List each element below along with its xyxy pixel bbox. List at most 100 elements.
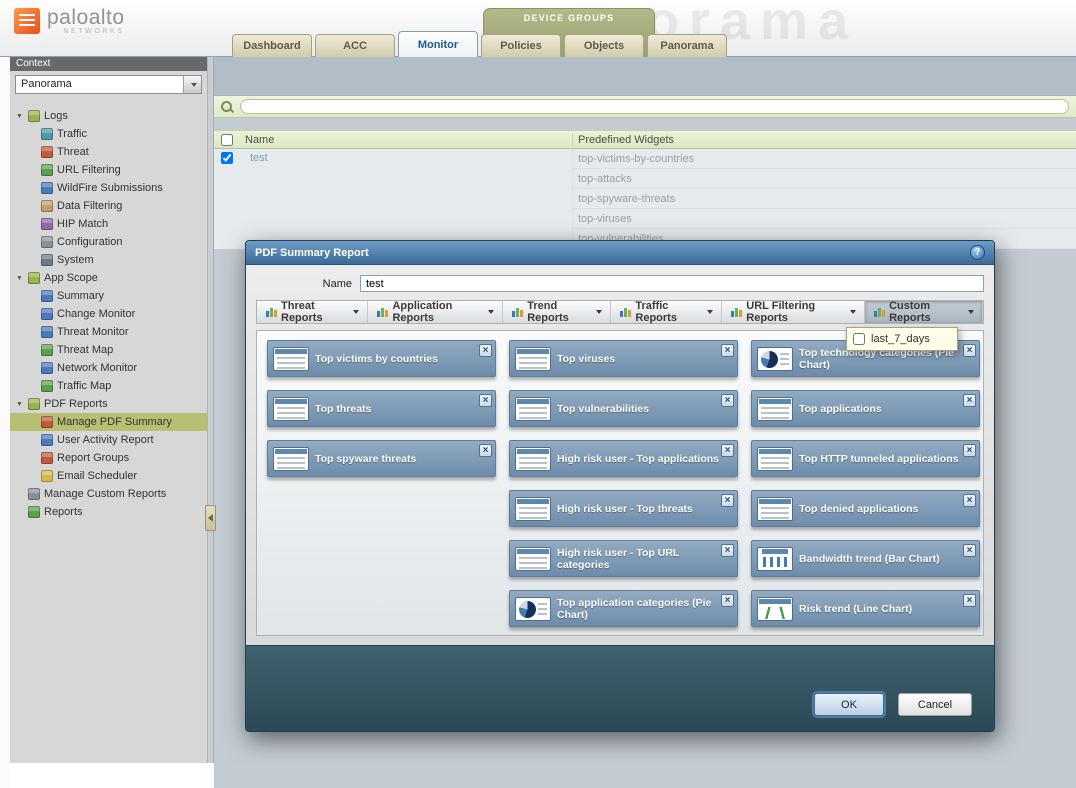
tree-item-pdf-reports[interactable]: ▼PDF Reports — [10, 395, 207, 413]
remove-widget-button[interactable]: × — [963, 494, 976, 507]
tab-acc[interactable]: ACC — [315, 34, 395, 57]
column-header-name[interactable]: Name — [240, 134, 572, 146]
card-top-denied-applications[interactable]: Top denied applications× — [751, 490, 980, 527]
traffic-reports-button[interactable]: Traffic Reports — [611, 301, 722, 323]
tab-policies[interactable]: Policies — [481, 34, 561, 57]
card-top-threats[interactable]: Top threats× — [267, 390, 496, 427]
card-top-http-tunneled-applications[interactable]: Top HTTP tunneled applications× — [751, 440, 980, 477]
help-icon[interactable]: ? — [970, 245, 985, 260]
tree-item-change-monitor[interactable]: Change Monitor — [10, 305, 207, 323]
tree-item-url-filtering[interactable]: URL Filtering — [10, 161, 207, 179]
tree-item-threat-map[interactable]: Threat Map — [10, 341, 207, 359]
remove-widget-button[interactable]: × — [721, 444, 734, 457]
threat-reports-button[interactable]: Threat Reports — [257, 301, 368, 323]
report-name-input[interactable] — [360, 275, 984, 292]
remove-widget-button[interactable]: × — [721, 594, 734, 607]
expander-icon[interactable]: ▼ — [16, 275, 24, 282]
collapse-sidebar-button[interactable] — [205, 505, 216, 531]
last-7-days-checkbox[interactable] — [853, 333, 865, 345]
tree-item-network-monitor[interactable]: Network Monitor — [10, 359, 207, 377]
tree-item-app-scope[interactable]: ▼App Scope — [10, 269, 207, 287]
card-risk-trend-line-chart[interactable]: Risk trend (Line Chart)× — [751, 590, 980, 627]
tree-item-manage-custom-reports[interactable]: Manage Custom Reports — [10, 485, 207, 503]
trend-reports-button[interactable]: Trend Reports — [503, 301, 611, 323]
button-label: Traffic Reports — [635, 300, 701, 324]
report-name-link[interactable]: test — [245, 149, 572, 164]
card-label: Top applications — [799, 403, 882, 415]
remove-widget-button[interactable]: × — [479, 394, 492, 407]
tab-panorama[interactable]: Panorama — [647, 34, 727, 57]
tree-item-label: Traffic Map — [57, 380, 111, 392]
tree-item-traffic[interactable]: Traffic — [10, 125, 207, 143]
card-label: High risk user - Top applications — [557, 453, 719, 465]
remove-widget-button[interactable]: × — [963, 544, 976, 557]
tree-item-hip-match[interactable]: HIP Match — [10, 215, 207, 233]
tree-item-logs[interactable]: ▼Logs — [10, 107, 207, 125]
card-top-vulnerabilities[interactable]: Top vulnerabilities× — [509, 390, 738, 427]
pdf-icon — [41, 416, 53, 428]
remove-widget-button[interactable]: × — [963, 594, 976, 607]
card-top-spyware-threats[interactable]: Top spyware threats× — [267, 440, 496, 477]
tab-objects[interactable]: Objects — [564, 34, 644, 57]
tree-item-threat[interactable]: Threat — [10, 143, 207, 161]
tree-item-label: Data Filtering — [57, 200, 122, 212]
card-top-victims-by-countries[interactable]: Top victims by countries × — [267, 340, 496, 377]
card-label: Top victims by countries — [315, 353, 438, 365]
ok-button[interactable]: OK — [814, 693, 884, 716]
user-icon — [41, 434, 53, 446]
page: panorama paloalto NETWORKS DEVICE GROUPS… — [0, 0, 1076, 788]
dialog-body: Name Threat Reports Application Reports … — [246, 265, 994, 645]
url-filtering-icon — [41, 164, 53, 176]
card-top-viruses[interactable]: Top viruses× — [509, 340, 738, 377]
row-checkbox[interactable] — [221, 152, 233, 164]
tree-item-reports[interactable]: Reports — [10, 503, 207, 521]
remove-widget-button[interactable]: × — [479, 344, 492, 357]
card-bandwidth-trend-bar-chart[interactable]: Bandwidth trend (Bar Chart)× — [751, 540, 980, 577]
tree-item-data-filtering[interactable]: Data Filtering — [10, 197, 207, 215]
remove-widget-button[interactable]: × — [721, 544, 734, 557]
application-reports-button[interactable]: Application Reports — [368, 301, 503, 323]
tree-item-summary[interactable]: Summary — [10, 287, 207, 305]
remove-widget-button[interactable]: × — [721, 394, 734, 407]
tree-item-user-activity-report[interactable]: User Activity Report — [10, 431, 207, 449]
card-high-risk-user-top-applications[interactable]: High risk user - Top applications× — [509, 440, 738, 477]
expander-icon[interactable]: ▼ — [16, 113, 24, 120]
select-all-checkbox[interactable] — [221, 134, 233, 146]
column-header-predefined-widgets[interactable]: Predefined Widgets — [572, 134, 1076, 146]
expander-icon[interactable]: ▼ — [16, 401, 24, 408]
tree-item-label: Reports — [44, 506, 83, 518]
custom-reports-button[interactable]: Custom Reports — [865, 301, 983, 323]
remove-widget-button[interactable]: × — [721, 344, 734, 357]
remove-widget-button[interactable]: × — [479, 444, 492, 457]
tree-item-wildfire-submissions[interactable]: WildFire Submissions — [10, 179, 207, 197]
threat-icon — [41, 146, 53, 158]
card-high-risk-user-top-url-categories[interactable]: High risk user - Top URL categories× — [509, 540, 738, 577]
tree-item-report-groups[interactable]: Report Groups — [10, 449, 207, 467]
tree-item-traffic-map[interactable]: Traffic Map — [10, 377, 207, 395]
card-high-risk-user-top-threats[interactable]: High risk user - Top threats× — [509, 490, 738, 527]
cancel-button[interactable]: Cancel — [898, 693, 972, 716]
tree-item-email-scheduler[interactable]: Email Scheduler — [10, 467, 207, 485]
card-top-application-categories-pie[interactable]: Top application categories (Pie Chart)× — [509, 590, 738, 627]
tree-item-manage-pdf-summary[interactable]: Manage PDF Summary — [10, 413, 207, 431]
tree-item-configuration[interactable]: Configuration — [10, 233, 207, 251]
remove-widget-button[interactable]: × — [721, 494, 734, 507]
remove-widget-button[interactable]: × — [963, 444, 976, 457]
url-filtering-reports-button[interactable]: URL Filtering Reports — [722, 301, 865, 323]
tab-dashboard[interactable]: Dashboard — [232, 34, 312, 57]
tree-item-label: Change Monitor — [57, 308, 135, 320]
tree-item-threat-monitor[interactable]: Threat Monitor — [10, 323, 207, 341]
tree-item-label: Report Groups — [57, 452, 129, 464]
sidebar-splitter[interactable] — [208, 57, 214, 763]
remove-widget-button[interactable]: × — [963, 344, 976, 357]
context-select[interactable]: Panorama — [15, 75, 202, 94]
context-dropdown-button[interactable] — [183, 76, 201, 93]
custom-reports-dropdown: last_7_days — [846, 327, 958, 351]
card-top-applications[interactable]: Top applications × — [751, 390, 980, 427]
tree-item-system[interactable]: System — [10, 251, 207, 269]
dropdown-item-last-7-days[interactable]: last_7_days — [849, 331, 955, 347]
dialog-titlebar[interactable]: PDF Summary Report ? — [246, 241, 994, 265]
remove-widget-button[interactable]: × — [963, 394, 976, 407]
tab-monitor[interactable]: Monitor — [398, 31, 478, 57]
filter-input[interactable] — [240, 99, 1069, 114]
